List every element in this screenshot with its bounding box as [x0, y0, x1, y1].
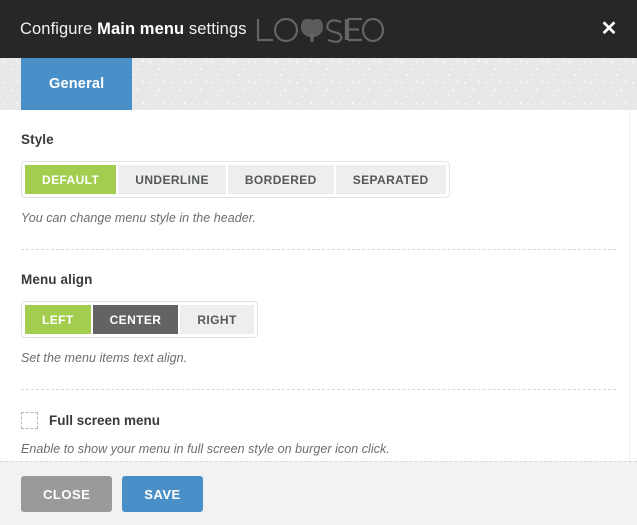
- modal-title: Configure Main menu settings: [20, 20, 247, 39]
- loyseo-watermark-logo: [253, 13, 385, 47]
- menu-align-option-left[interactable]: LEFT: [25, 305, 91, 334]
- menu-align-button-group: LEFT CENTER RIGHT: [21, 301, 258, 338]
- full-screen-menu-checkbox[interactable]: [21, 412, 38, 429]
- tab-bar: General: [0, 58, 637, 110]
- menu-align-option-center[interactable]: CENTER: [92, 305, 179, 334]
- close-icon[interactable]: ✕: [595, 15, 623, 43]
- field-menu-align-description: Set the menu items text align.: [21, 351, 188, 365]
- modal-body: Style DEFAULT UNDERLINE BORDERED SEPARAT…: [0, 110, 637, 461]
- configure-menu-modal: Configure Main menu settings ✕ General S…: [0, 0, 637, 525]
- field-style: Style DEFAULT UNDERLINE BORDERED SEPARAT…: [21, 132, 616, 225]
- full-screen-menu-row: Full screen menu: [21, 412, 616, 429]
- menu-align-option-right[interactable]: RIGHT: [180, 305, 254, 334]
- field-style-description: You can change menu style in the header.: [21, 211, 257, 225]
- modal-title-suffix: settings: [184, 19, 247, 38]
- modal-title-strong: Main menu: [97, 19, 185, 38]
- full-screen-menu-label[interactable]: Full screen menu: [49, 413, 160, 428]
- field-style-label: Style: [21, 132, 54, 147]
- scrollbar-track[interactable]: [629, 110, 631, 461]
- tab-general[interactable]: General: [21, 58, 133, 110]
- style-option-default[interactable]: DEFAULT: [25, 165, 117, 194]
- style-option-separated[interactable]: SEPARATED: [335, 165, 446, 194]
- modal-title-prefix: Configure: [20, 19, 98, 38]
- style-option-bordered[interactable]: BORDERED: [227, 165, 334, 194]
- modal-header: Configure Main menu settings ✕: [0, 0, 637, 58]
- modal-footer: CLOSE SAVE: [0, 461, 637, 525]
- close-button[interactable]: CLOSE: [21, 475, 113, 512]
- style-button-group: DEFAULT UNDERLINE BORDERED SEPARATED: [21, 161, 450, 198]
- field-menu-align-label: Menu align: [21, 272, 93, 287]
- field-full-screen-menu: Full screen menu Enable to show your men…: [21, 412, 616, 456]
- section-divider: [21, 389, 616, 390]
- field-full-screen-menu-description: Enable to show your menu in full screen …: [21, 442, 390, 456]
- save-button[interactable]: SAVE: [122, 475, 203, 512]
- section-divider: [21, 249, 616, 250]
- style-option-underline[interactable]: UNDERLINE: [118, 165, 226, 194]
- field-menu-align: Menu align LEFT CENTER RIGHT Set the men…: [21, 272, 616, 365]
